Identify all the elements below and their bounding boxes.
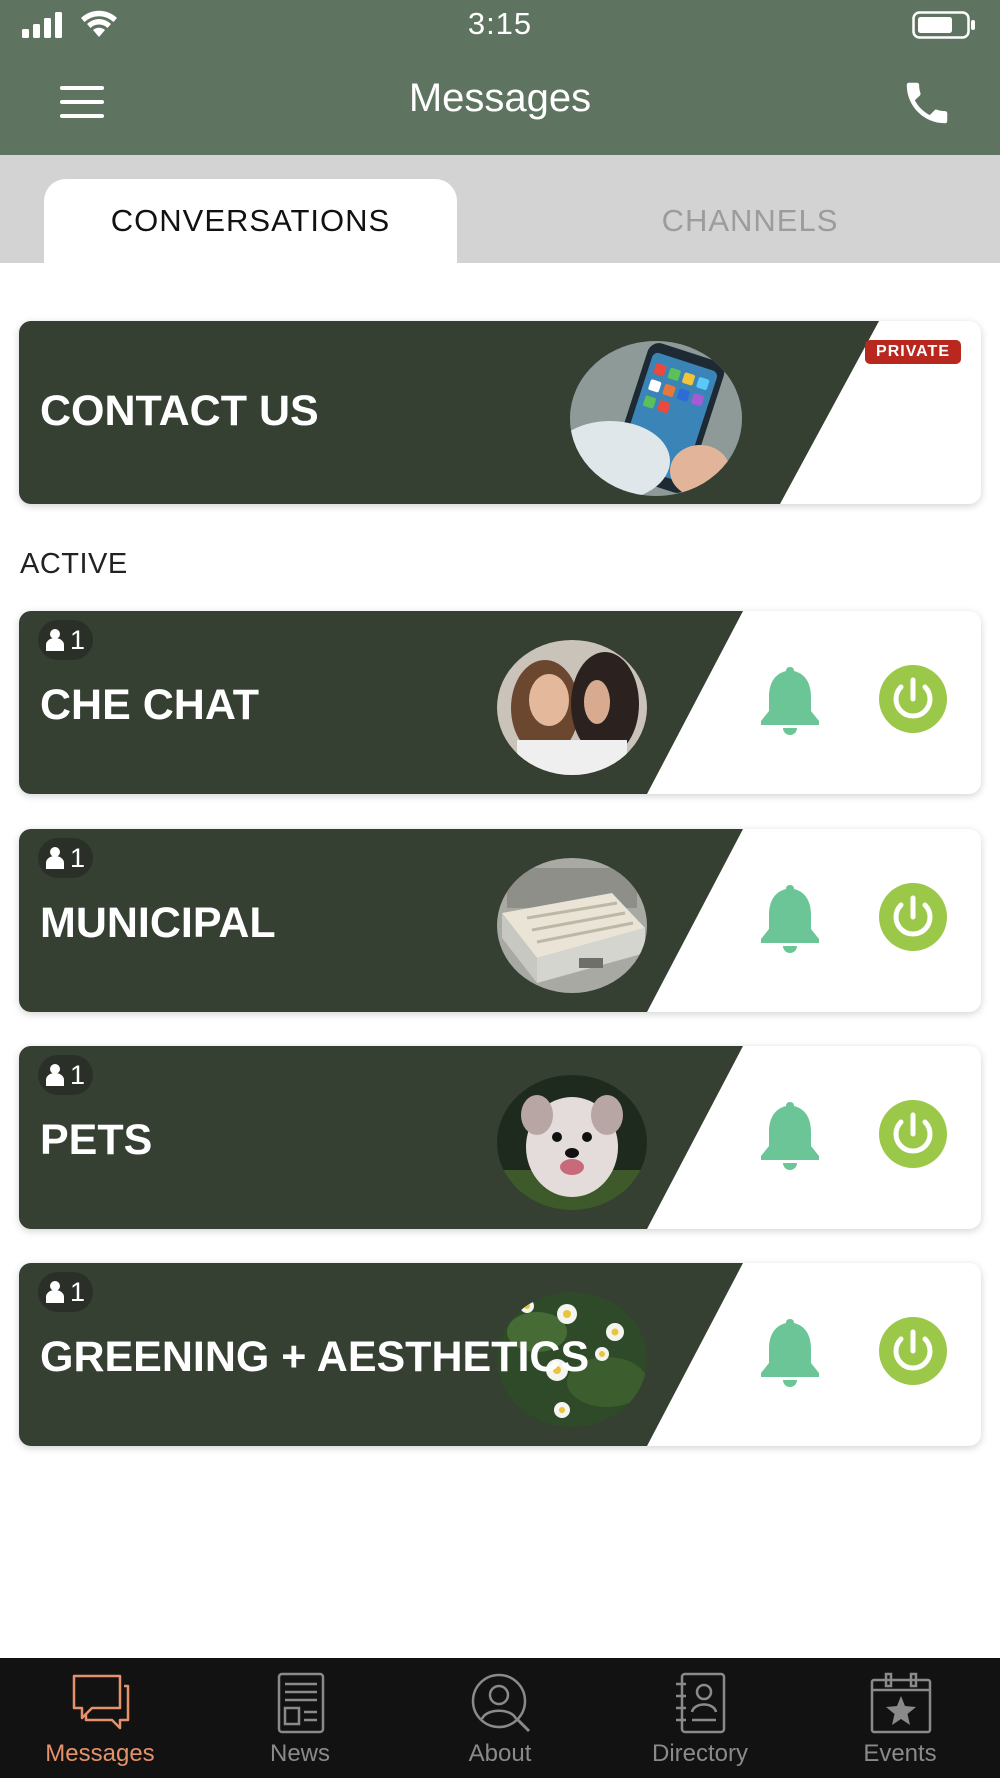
friends-chatting-photo [497,640,647,775]
nav-label: About [468,1740,532,1767]
card-title: GREENING + AESTHETICS [40,1333,590,1381]
top-bar: 3:15 Messages [0,0,1000,155]
member-count: 1 [70,843,86,873]
newspaper-icon [277,1672,325,1734]
nav-label: Messages [45,1740,155,1767]
contact-us-card[interactable]: CONTACT US PRIVATE [19,321,981,504]
member-count: 1 [70,1277,86,1307]
card-title: CHE CHAT [40,681,259,729]
nav-messages[interactable]: Messages [0,1658,200,1778]
card-title: MUNICIPAL [40,899,276,947]
power-toggle-icon[interactable] [879,1100,947,1168]
phone-icon [906,82,948,124]
private-badge: PRIVATE [865,340,961,364]
member-count: 1 [70,1060,86,1090]
tab-bar: CONVERSATIONS CHANNELS [0,155,1000,263]
nav-directory[interactable]: Directory [600,1658,800,1778]
card-title: CONTACT US [40,387,319,435]
person-icon [46,847,64,869]
member-count-badge: 1 [38,838,94,878]
member-count-badge: 1 [38,1055,94,1095]
nav-about[interactable]: About [400,1658,600,1778]
notification-bell-icon[interactable] [759,665,821,735]
tab-conversations[interactable]: CONVERSATIONS [44,179,457,263]
person-icon [46,1281,64,1303]
file-cabinet-photo [497,858,647,993]
battery-icon [912,11,975,39]
profile-search-icon [471,1673,531,1733]
conversation-card[interactable]: 1 GREENING + AESTHETICS [19,1263,981,1446]
nav-label: News [269,1740,330,1767]
nav-label: Directory [651,1740,748,1767]
card-title: PETS [40,1116,153,1164]
status-time: 3:15 [467,6,533,41]
dog-photo [497,1075,647,1210]
notification-bell-icon[interactable] [759,883,821,953]
phone-in-hand-photo [570,341,742,496]
calendar-star-icon [870,1672,932,1734]
member-count: 1 [70,625,86,655]
nav-label: Events [863,1740,937,1767]
messages-screen: 3:15 Messages CONVERSATIONS CHANNELS CON… [0,0,1000,1778]
bottom-navigation: Messages News About Directory Events [0,1658,1000,1778]
call-button[interactable] [900,76,954,130]
address-book-icon [676,1672,726,1734]
nav-news[interactable]: News [200,1658,400,1778]
chat-bubbles-icon [72,1674,130,1730]
section-label-active: ACTIVE [20,548,128,580]
nav-events[interactable]: Events [800,1658,1000,1778]
person-icon [46,629,64,651]
power-toggle-icon[interactable] [879,1317,947,1385]
power-toggle-icon[interactable] [879,665,947,733]
page-title: Messages [408,76,592,120]
conversation-card[interactable]: 1 MUNICIPAL [19,829,981,1012]
power-toggle-icon[interactable] [879,883,947,951]
person-icon [46,1064,64,1086]
conversation-card[interactable]: 1 CHE CHAT [19,611,981,794]
conversation-card[interactable]: 1 PETS [19,1046,981,1229]
notification-bell-icon[interactable] [759,1317,821,1387]
tab-channels[interactable]: CHANNELS [545,179,955,263]
notification-bell-icon[interactable] [759,1100,821,1170]
member-count-badge: 1 [38,620,94,660]
member-count-badge: 1 [38,1272,94,1312]
